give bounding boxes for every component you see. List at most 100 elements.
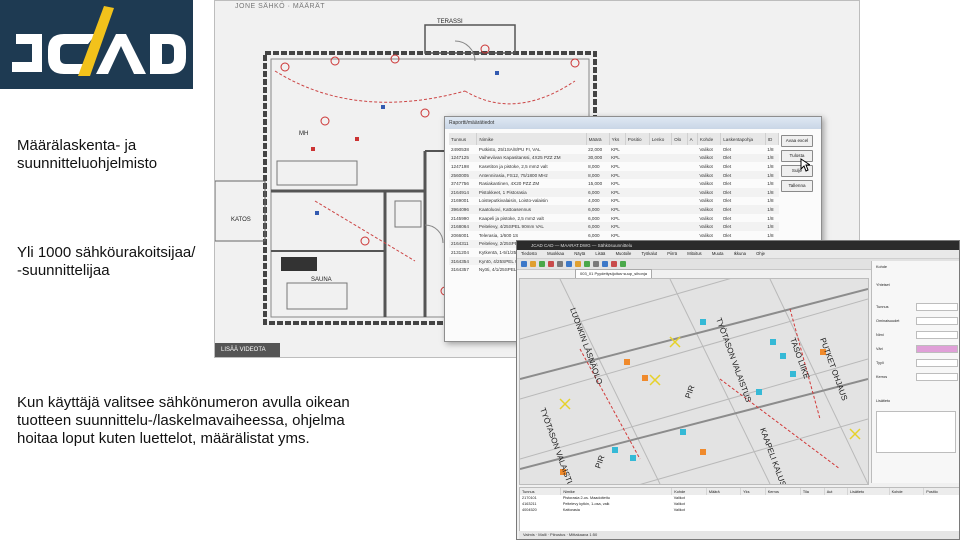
- report-cell: [687, 145, 697, 154]
- toolbar-tool-icon[interactable]: [611, 261, 617, 267]
- report-row[interactable]: 2490538 Putkisto, 25/1SA/8/PU FI, VAL 22,0…: [449, 145, 779, 154]
- menu-item[interactable]: Näytä: [574, 251, 585, 256]
- open-excel-button[interactable]: Avaa excel: [781, 135, 813, 147]
- menu-item[interactable]: Ikkuna: [734, 251, 746, 256]
- report-row[interactable]: 2145990 Kaapeli ja pistoke, 2,5 mm2 valt 6…: [449, 214, 779, 223]
- report-cell: Olet: [720, 205, 766, 214]
- report-cell: 8,000: [588, 163, 600, 169]
- report-cell: 1247198: [451, 163, 469, 169]
- color-swatch[interactable]: [916, 345, 958, 353]
- report-cell: 1/8: [767, 146, 774, 152]
- report-header-row: Tunnus Nimike Määrä Yks Positio Lenko Ol…: [449, 133, 780, 145]
- report-col-header[interactable]: Positio: [625, 133, 650, 145]
- report-cell: 6,000: [586, 187, 610, 197]
- report-row[interactable]: 3747756 Rasiakantinen, 4X20 PZZ ZM 15,000 K…: [449, 179, 779, 188]
- jcad-logo: [0, 0, 193, 89]
- report-cell: 2168064: [449, 222, 477, 231]
- object-col-header[interactable]: Kohde: [671, 488, 707, 495]
- report-col-header[interactable]: ID: [765, 133, 780, 145]
- report-col-header[interactable]: Laskentapohja: [720, 133, 766, 145]
- object-row[interactable]: 4004520 Kattorasia Valikot: [520, 507, 959, 513]
- prop-field[interactable]: [916, 359, 958, 367]
- report-row[interactable]: 1247198 Kasetiton ja pistoke, 2,5 mm2 val…: [449, 162, 779, 171]
- prop-field[interactable]: [916, 373, 958, 381]
- object-col-header[interactable]: Tila: [800, 488, 825, 495]
- toolbar-tool-icon[interactable]: [575, 261, 581, 267]
- report-row[interactable]: 2560005 Antennirasia, FS12, 75/1800 MHz 8,…: [449, 170, 779, 180]
- report-cell: 6,000: [588, 215, 600, 221]
- object-col-header[interactable]: Positio: [923, 488, 959, 495]
- object-col-header[interactable]: Lisätieto: [847, 488, 890, 495]
- menu-item[interactable]: Mitoitus: [687, 251, 701, 256]
- object-col-header[interactable]: Kohde: [889, 488, 925, 495]
- report-cell: [687, 231, 697, 240]
- cad-menu-bar: Tiedosto Muokkaa Näytä Lisää Muotoile Ty…: [517, 250, 959, 259]
- object-col-header[interactable]: Yks: [740, 488, 766, 495]
- notes-field[interactable]: [876, 411, 956, 453]
- toolbar-tool-icon[interactable]: [593, 261, 599, 267]
- prop-field[interactable]: [916, 303, 958, 311]
- report-cell: [687, 162, 697, 171]
- toolbar-tool-icon[interactable]: [566, 261, 572, 267]
- prop-field[interactable]: [916, 317, 958, 325]
- report-cell: Valikot: [697, 187, 721, 197]
- report-row[interactable]: 2169001 Loisteputkivalaisin, Loisto-valai…: [449, 197, 779, 206]
- menu-item[interactable]: Muuta: [712, 251, 724, 256]
- object-col-header[interactable]: Nimike: [560, 488, 673, 495]
- report-cell: [625, 153, 650, 163]
- toolbar-tool-icon[interactable]: [548, 261, 554, 267]
- prop-field[interactable]: [916, 331, 958, 339]
- prop-label: Kohde: [876, 265, 887, 269]
- report-title: Raportti/määrätiedot: [445, 117, 821, 129]
- report-cell: Olet: [722, 198, 732, 204]
- report-cell: [625, 145, 649, 154]
- toolbar-tool-icon[interactable]: [521, 261, 527, 267]
- properties-panel: Kohde Yhteiset Tunnus Ominaisuudet Nimi …: [871, 261, 959, 483]
- report-cell: [625, 179, 649, 188]
- report-row[interactable]: 2168064 Peitelevy, 4/25SPEL 90mm VAL 6,000…: [449, 222, 779, 231]
- menu-item[interactable]: Muokkaa: [547, 251, 564, 256]
- report-col-header[interactable]: Tunnus: [449, 133, 478, 145]
- report-cell: Valikot: [699, 198, 713, 204]
- object-col-header[interactable]: Määrä: [706, 488, 742, 495]
- report-col-header[interactable]: A: [687, 133, 698, 145]
- report-col-header[interactable]: Nimike: [476, 133, 587, 145]
- object-list-panel: Tunnus Nimike Kohde Määrä Yks Kerros Til…: [519, 487, 959, 533]
- menu-item[interactable]: Tiedosto: [521, 251, 537, 256]
- toolbar-tool-icon[interactable]: [557, 261, 563, 267]
- report-row[interactable]: 2164914 Pistokkeet, 1 Pistorasia 6,000 KPL V…: [449, 187, 779, 197]
- toolbar-tool-icon[interactable]: [530, 261, 536, 267]
- toolbar-tool-icon[interactable]: [620, 261, 626, 267]
- report-cell: [687, 222, 698, 231]
- report-col-header[interactable]: Lenko: [649, 133, 673, 145]
- report-row[interactable]: 1247125 Vaiheviivan Kapasitanssi, 4X25 PZ…: [449, 153, 779, 163]
- report-cell: [649, 162, 671, 171]
- object-col-header[interactable]: Kerros: [765, 488, 801, 495]
- menu-item[interactable]: Ohje: [756, 251, 765, 256]
- report-cell: [671, 153, 688, 163]
- menu-item[interactable]: Työkalut: [641, 251, 657, 256]
- save-button[interactable]: Tallenna: [781, 180, 813, 192]
- object-col-header[interactable]: Aut: [824, 488, 848, 495]
- toolbar-tool-icon[interactable]: [539, 261, 545, 267]
- add-video-bar[interactable]: LISÄÄ VIDEOTA: [215, 343, 280, 357]
- report-cell: Valikot: [699, 146, 713, 152]
- menu-item[interactable]: Piirrä: [667, 251, 677, 256]
- report-row[interactable]: 2066001 Telerasia, 1/600 1S 6,000 KPL Valiko…: [449, 231, 779, 240]
- report-col-header[interactable]: Yks: [609, 133, 626, 145]
- report-col-header[interactable]: Olo: [671, 133, 688, 145]
- report-cell: [687, 153, 698, 163]
- report-cell: [672, 145, 688, 154]
- report-col-header[interactable]: Kohde: [697, 133, 722, 145]
- object-col-header[interactable]: Tunnus: [520, 488, 562, 495]
- menu-item[interactable]: Lisää: [595, 251, 605, 256]
- users-line-1: Yli 1000 sähköurakoitsijaa/: [17, 244, 196, 261]
- cad-drawing-canvas[interactable]: TYÖTASON VALAISTUS LUONKIN LÄSNÄOLO PIR …: [519, 278, 869, 485]
- report-col-header[interactable]: Määrä: [586, 133, 610, 145]
- status-bar: Valmis · Malli · Piirustus · Mittakaava …: [519, 531, 959, 539]
- prop-label: Kerros: [876, 375, 888, 379]
- toolbar-tool-icon[interactable]: [602, 261, 608, 267]
- toolbar-tool-icon[interactable]: [584, 261, 590, 267]
- report-row[interactable]: 3964096 Kaatoluovi, Kattoasennus 6,000 KPL V…: [449, 205, 779, 214]
- menu-item[interactable]: Muotoile: [616, 251, 632, 256]
